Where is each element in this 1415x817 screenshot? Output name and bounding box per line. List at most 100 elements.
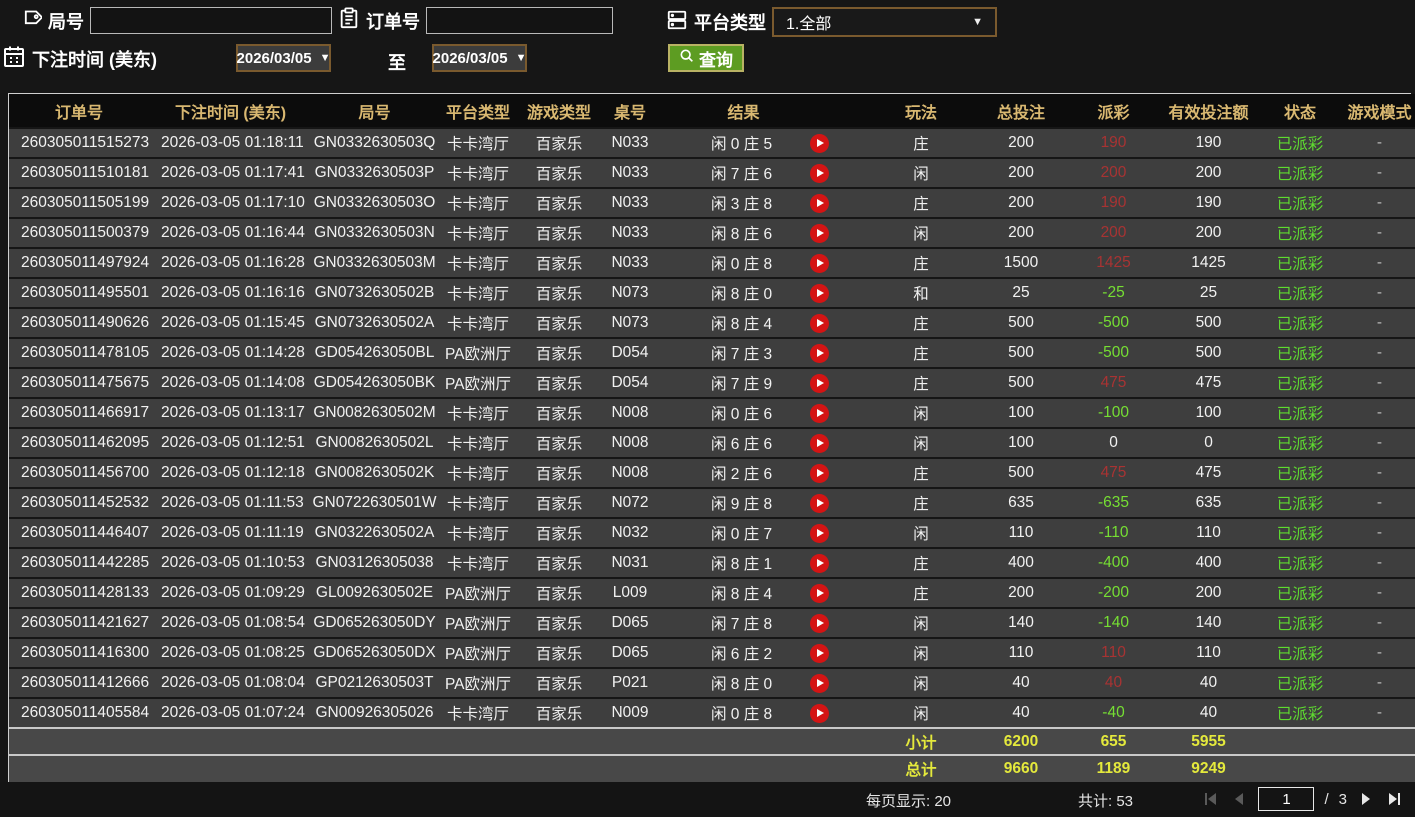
cell-play: 庄 [871,337,971,368]
play-video-icon[interactable] [810,673,829,693]
play-video-icon[interactable] [810,403,829,423]
col-header-valid-bet: 有效投注额 [1156,94,1261,128]
cell-game-type: 百家乐 [519,517,599,548]
cell-order-id: 260305011500379 [9,217,149,248]
cell-play: 闲 [871,517,971,548]
play-video-icon[interactable] [810,433,829,453]
cell-order-id: 260305011412666 [9,667,149,698]
cell-valid-bet: 0 [1156,427,1261,458]
cell-platform: 卡卡湾厅 [437,157,519,188]
cell-game-mode: - [1339,397,1415,428]
cell-bet-time: 2026-03-05 01:16:44 [149,217,312,248]
cell-game-id: GP0212630503T [312,667,437,698]
play-video-icon[interactable] [810,493,829,513]
cell-table-no: N008 [599,457,661,488]
cell-bet-time: 2026-03-05 01:14:08 [149,367,312,398]
next-page-icon[interactable] [1357,790,1375,808]
cell-table-no: P021 [599,667,661,698]
play-video-icon[interactable] [810,163,829,183]
cell-result: 闲 0 庄 5 [661,127,871,158]
date-from-picker[interactable]: 2026/03/05 ▼ [236,44,331,72]
cell-result: 闲 7 庄 8 [661,607,871,638]
cell-game-id: GN00926305026 [312,697,437,728]
cell-bet-time: 2026-03-05 01:08:25 [149,637,312,668]
cell-total-bet: 500 [971,337,1071,368]
cell-game-type: 百家乐 [519,247,599,278]
total-valid-bet: 9249 [1156,754,1261,782]
play-video-icon[interactable] [810,613,829,633]
play-video-icon[interactable] [810,283,829,303]
last-page-icon[interactable] [1385,790,1403,808]
cell-game-id: GN0722630501W [312,487,437,518]
cell-play: 闲 [871,157,971,188]
play-video-icon[interactable] [810,253,829,273]
date-to-picker[interactable]: 2026/03/05 ▼ [432,44,527,72]
cell-total-bet: 400 [971,547,1071,578]
play-video-icon[interactable] [810,643,829,663]
date-from-value: 2026/03/05 [236,49,312,67]
play-video-icon[interactable] [810,463,829,483]
cell-bet-time: 2026-03-05 01:17:10 [149,187,312,218]
cell-valid-bet: 200 [1156,577,1261,608]
cell-valid-bet: 25 [1156,277,1261,308]
cell-order-id: 260305011462095 [9,427,149,458]
platform-icon [666,9,688,36]
cell-valid-bet: 200 [1156,217,1261,248]
search-button[interactable]: 查询 [668,44,744,72]
cell-order-id: 260305011515273 [9,127,149,158]
bet-time-label: 下注时间 (美东) [32,49,157,70]
page-number-input[interactable] [1258,787,1315,811]
cell-payout: 40 [1071,667,1156,698]
play-video-icon[interactable] [810,523,829,543]
cell-valid-bet: 140 [1156,607,1261,638]
play-video-icon[interactable] [810,313,829,333]
cell-result: 闲 6 庄 6 [661,427,871,458]
cell-platform: 卡卡湾厅 [437,547,519,578]
subtotal-payout: 655 [1071,727,1156,755]
first-page-icon[interactable] [1202,790,1220,808]
play-video-icon[interactable] [810,373,829,393]
col-header-status: 状态 [1261,94,1339,128]
game-no-input[interactable] [90,7,332,34]
cell-platform: PA欧洲厅 [437,337,519,368]
cell-payout: 110 [1071,637,1156,668]
cell-game-type: 百家乐 [519,127,599,158]
cell-platform: 卡卡湾厅 [437,277,519,308]
cell-table-no: N008 [599,427,661,458]
cell-status: 已派彩 [1261,547,1339,578]
table-row: 260305011416300 2026-03-05 01:08:25 GD06… [9,637,1415,668]
cell-platform: PA欧洲厅 [437,637,519,668]
cell-play: 闲 [871,637,971,668]
total-total-bet: 9660 [971,754,1071,782]
cell-game-id: GN0322630502A [312,517,437,548]
total-label: 总计 [871,754,971,782]
play-video-icon[interactable] [810,343,829,363]
play-video-icon[interactable] [810,703,829,723]
order-no-input[interactable] [426,7,613,34]
cell-game-mode: - [1339,427,1415,458]
table-row: 260305011495501 2026-03-05 01:16:16 GN07… [9,277,1415,308]
table-row: 260305011466917 2026-03-05 01:13:17 GN00… [9,397,1415,428]
table-row: 260305011462095 2026-03-05 01:12:51 GN00… [9,427,1415,458]
cell-game-type: 百家乐 [519,337,599,368]
pagination: / 3 [1202,787,1403,811]
cell-status: 已派彩 [1261,577,1339,608]
play-video-icon[interactable] [810,193,829,213]
platform-type-select[interactable]: 1.全部 ▼ [772,7,997,37]
prev-page-icon[interactable] [1230,790,1248,808]
cell-status: 已派彩 [1261,337,1339,368]
play-video-icon[interactable] [810,553,829,573]
play-video-icon[interactable] [810,133,829,153]
play-video-icon[interactable] [810,223,829,243]
play-video-icon[interactable] [810,583,829,603]
cell-bet-time: 2026-03-05 01:15:45 [149,307,312,338]
total-row: 总计 9660 1189 9249 [9,754,1415,782]
cell-platform: 卡卡湾厅 [437,457,519,488]
table-row: 260305011505199 2026-03-05 01:17:10 GN03… [9,187,1415,218]
cell-platform: 卡卡湾厅 [437,127,519,158]
cell-table-no: N033 [599,187,661,218]
subtotal-label: 小计 [871,727,971,755]
result-text: 闲 0 庄 8 [711,706,773,723]
result-text: 闲 6 庄 6 [711,436,773,453]
cell-game-mode: - [1339,667,1415,698]
